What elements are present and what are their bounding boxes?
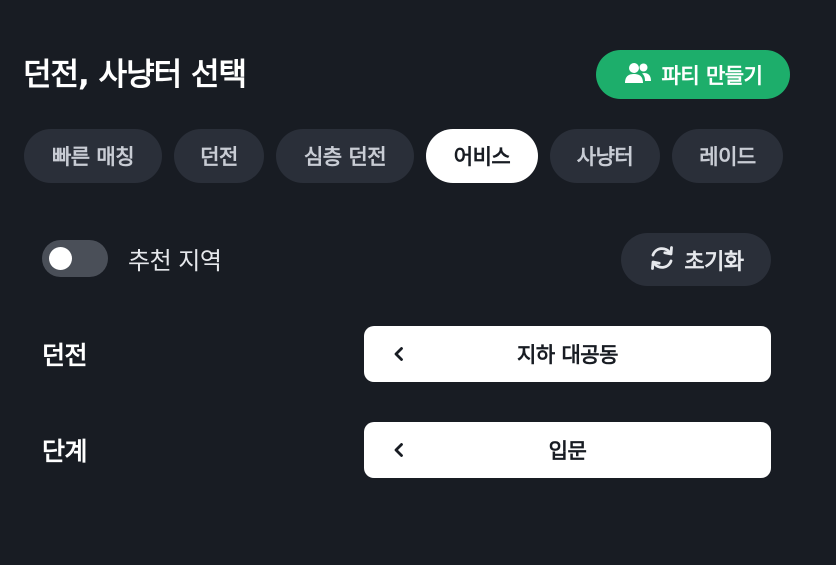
refresh-icon: [648, 244, 676, 276]
chevron-left-icon[interactable]: [389, 344, 409, 364]
tab-label: 어비스: [453, 145, 511, 169]
dungeon-value: 지하 대공동: [517, 343, 618, 367]
chevron-left-icon[interactable]: [389, 440, 409, 460]
page-title: 던전, 사냥터 선택: [23, 57, 247, 93]
tab-label: 던전: [200, 145, 238, 169]
tab-quick-match[interactable]: 빠른 매칭: [24, 129, 162, 183]
tab-abyss[interactable]: 어비스: [426, 129, 538, 183]
tab-raid[interactable]: 레이드: [672, 129, 783, 183]
dungeon-selector[interactable]: 지하 대공동: [364, 326, 771, 382]
tab-label: 심층 던전: [303, 145, 387, 169]
recommended-filter: 추천 지역: [42, 240, 222, 277]
stage-label: 단계: [42, 437, 88, 466]
tab-deep-dungeon[interactable]: 심층 던전: [276, 129, 414, 183]
tab-label: 레이드: [699, 145, 756, 169]
create-party-label: 파티 만들기: [661, 63, 763, 88]
tab-hunting-ground[interactable]: 사냥터: [550, 129, 660, 183]
dungeon-label: 던전: [42, 341, 88, 370]
reset-label: 초기화: [684, 249, 744, 275]
create-party-button[interactable]: 파티 만들기: [596, 50, 790, 99]
tab-label: 빠른 매칭: [51, 145, 135, 169]
recommended-label: 추천 지역: [128, 247, 222, 275]
stage-value: 입문: [548, 439, 587, 463]
recommended-toggle[interactable]: [42, 240, 108, 277]
users-icon: [624, 61, 652, 89]
category-tabs: 빠른 매칭 던전 심층 던전 어비스 사냥터 레이드: [24, 129, 783, 183]
reset-button[interactable]: 초기화: [621, 233, 771, 286]
tab-dungeon[interactable]: 던전: [174, 129, 264, 183]
toggle-knob: [49, 247, 72, 270]
stage-selector[interactable]: 입문: [364, 422, 771, 478]
tab-label: 사냥터: [576, 145, 634, 169]
